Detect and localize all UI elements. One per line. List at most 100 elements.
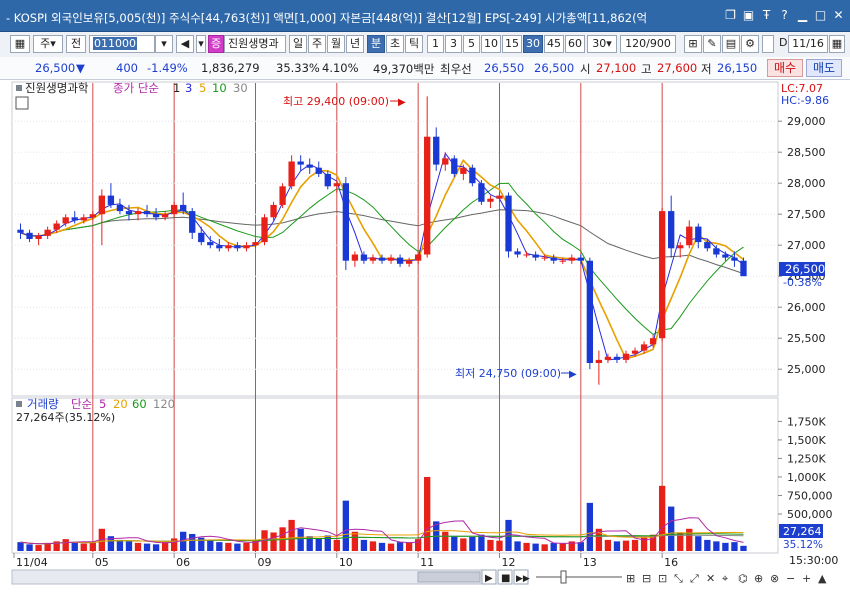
chart-scrollbar[interactable] [11,569,483,585]
sell-button[interactable]: 매도 [806,59,842,77]
font-icon[interactable]: Ŧ [759,8,774,23]
code-dropdown-icon[interactable]: ▾ [155,35,173,53]
candle-body [243,245,250,249]
chart-tool-icon[interactable]: + [802,572,811,585]
save-icon[interactable]: ▤ [722,35,740,53]
period-tick[interactable]: 틱 [405,35,423,53]
prefix-button[interactable]: 전 [66,35,86,53]
candle-body [622,353,630,360]
table-icon[interactable] [15,96,29,110]
candle-body [631,350,639,354]
interval-1[interactable]: 1 [427,35,444,53]
date-checkbox[interactable] [762,35,774,53]
candle-body [125,211,133,215]
period-day[interactable]: 일 [289,35,307,53]
volume-bar [270,532,277,551]
scrollbar-thumb[interactable] [417,571,481,583]
minimize-icon[interactable]: ▁ [795,8,810,23]
speaker-dropdown-icon[interactable]: ▾ [196,35,206,53]
date-label: 12 [501,556,515,569]
settings-icon[interactable]: ⚙ [741,35,759,53]
restore-icon[interactable]: ❐ [723,8,738,23]
help-icon[interactable]: ? [777,8,792,23]
candle-body [559,260,566,262]
buy-button[interactable]: 매수 [767,59,803,77]
close-icon[interactable]: ✕ [831,8,846,23]
volume-bar [378,542,386,551]
chart-tool-icon[interactable]: ⌖ [722,572,728,585]
interval-5[interactable]: 5 [463,35,480,53]
volume-tick-label: 500,000 [787,508,833,521]
chart-tool-icon[interactable]: − [786,572,795,585]
candle-body [640,344,648,351]
chart-tool-icon[interactable]: ⊟ [642,572,651,585]
chart-tool-icon[interactable]: ⤡ [674,572,683,585]
volume-bar [451,536,458,551]
ma-label-3: 3 [185,81,192,95]
interval-60[interactable]: 60 [565,35,585,53]
layout-icon[interactable]: ▦ [10,35,30,53]
period-year[interactable]: 년 [346,35,364,53]
calendar-icon[interactable]: ▦ [829,35,845,53]
chart-toolbar: ▦ 주▾ 전 011000 ▾ ◀ ▾ 증 진원생명과 일 주 월 년 분 초 … [0,32,850,58]
price-tick-label: 27,500 [787,208,826,221]
volume-legend: 거래량 [27,397,59,411]
period-week[interactable]: 주 [308,35,326,53]
candle-body [595,359,603,363]
volume-bar [541,544,548,551]
maximize-icon[interactable]: □ [813,8,828,23]
interval-3[interactable]: 3 [445,35,462,53]
volume-bar [514,541,521,551]
candle-body [62,217,69,224]
chart-area[interactable]: 진원생명과학 종가 단순 1 3 5 10 30 LC:7.07 HC:-9.8… [0,80,850,592]
volume-bar [80,543,87,551]
candle-body [333,183,340,187]
stock-code-input[interactable]: 011000 [89,35,155,53]
candle-body [378,257,386,261]
volume-bar [89,542,96,551]
volume-bar [631,539,639,551]
volume-ma-20: 20 [113,397,128,411]
volume-bar [496,540,503,551]
candle-body [143,211,151,215]
date-label: D [779,36,788,49]
candle-body [496,195,503,199]
date-label: 10 [339,556,353,569]
chart-tool-icon[interactable]: ✕ [706,572,715,585]
date-input[interactable]: 11/16 [788,35,828,53]
zoom-slider-handle[interactable] [560,570,567,584]
type-select[interactable]: 주▾ [33,35,63,53]
volume-bar [125,541,133,551]
ma-label-30: 30 [233,81,248,95]
period-second[interactable]: 초 [386,35,404,53]
draw-icon[interactable]: ✎ [703,35,721,53]
price-chart[interactable]: 진원생명과학 종가 단순 1 3 5 10 30 LC:7.07 HC:-9.8… [0,80,850,592]
current-price-label: 26,500 [785,262,825,276]
interval-10[interactable]: 10 [481,35,501,53]
chart-tool-icon[interactable]: ⊞ [626,572,635,585]
period-month[interactable]: 월 [327,35,345,53]
chart-tool-icon[interactable]: ⌬ [738,572,748,585]
count-input[interactable]: 120/900 [620,35,676,53]
stock-name-field[interactable]: 진원생명과 [224,35,286,53]
tile-icon[interactable]: ▣ [741,8,756,23]
period-minute[interactable]: 분 [367,35,385,53]
chart-tool-icon[interactable]: ⊕ [754,572,763,585]
speaker-icon[interactable]: ◀ [176,35,194,53]
chart-tool-icon[interactable]: ⤢ [690,572,699,585]
volume-tick-label: 1,500K [787,434,826,447]
interval-15[interactable]: 15 [502,35,522,53]
ma-label-1: 1 [173,81,180,95]
interval-45[interactable]: 45 [544,35,564,53]
candle-body [405,260,413,264]
volume-bar [369,541,377,551]
chart-tool-icon[interactable]: ⊗ [770,572,779,585]
chart-tool-icon[interactable]: ⊡ [658,572,667,585]
count-value: 120 [625,37,647,50]
grid-icon[interactable]: ⊞ [684,35,702,53]
interval-30[interactable]: 30 [523,35,543,53]
chart-tool-icon[interactable]: ▲ [818,572,827,585]
volume-bar [559,543,566,551]
candle-body [71,217,78,221]
interval-select[interactable]: 30▾ [587,35,617,53]
